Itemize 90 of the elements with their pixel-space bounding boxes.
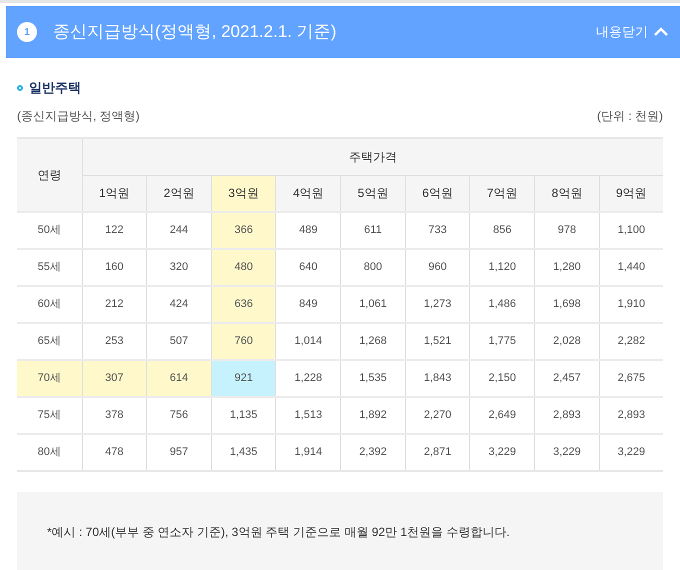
table-cell: 1,268: [340, 322, 406, 360]
table-cell: 507: [146, 322, 212, 360]
table-cell: 1,435: [211, 434, 276, 470]
table-cell: 1,910: [599, 286, 663, 322]
number-badge: 1: [17, 22, 37, 42]
table-cell: 2,649: [470, 396, 535, 434]
table-cell: 921: [211, 360, 276, 396]
table-cell: 478: [82, 434, 147, 470]
table-cell: 489: [276, 212, 341, 248]
column-header: 4억원: [276, 176, 341, 212]
bullet-icon: [17, 84, 23, 91]
table-cell: 856: [470, 212, 535, 248]
row-header: 70세: [17, 360, 82, 396]
table-cell: 1,100: [599, 212, 663, 248]
table-cell: 1,513: [276, 396, 341, 434]
table-cell: 2,457: [534, 360, 600, 396]
table-cell: 733: [405, 212, 470, 248]
table-cell: 122: [82, 212, 147, 248]
table-cell: 378: [82, 396, 147, 434]
unit-label: (단위 : 천원): [597, 108, 663, 124]
table-cell: 2,392: [340, 434, 406, 470]
table-cell: 1,014: [276, 322, 341, 360]
column-header: 6억원: [405, 176, 470, 212]
table-cell: 1,521: [405, 322, 470, 360]
column-header: 5억원: [340, 176, 406, 212]
table-cell: 1,535: [340, 360, 406, 396]
table-cell: 212: [82, 286, 147, 322]
table-cell: 614: [146, 360, 212, 396]
table-cell: 957: [146, 434, 212, 470]
header-title: 종신지급방식(정액형, 2021.2.1. 기준): [53, 21, 336, 44]
table-cell: 1,486: [470, 286, 535, 322]
table-cell: 640: [276, 248, 341, 286]
row-header: 75세: [17, 396, 82, 434]
table-cell: 2,270: [405, 396, 470, 434]
table-cell: 366: [211, 212, 276, 248]
table-cell: 424: [146, 286, 212, 322]
column-header: 연령: [17, 138, 82, 212]
table-cell: 2,893: [599, 396, 663, 434]
table-cell: 253: [82, 322, 147, 360]
table-cell: 160: [82, 248, 147, 286]
table-caption: (종신지급방식, 정액형): [17, 108, 140, 124]
row-header: 50세: [17, 212, 82, 248]
table-cell: 2,150: [470, 360, 535, 396]
table-cell: 1,280: [534, 248, 600, 286]
table-cell: 978: [534, 212, 600, 248]
table-cell: 307: [82, 360, 147, 396]
table-cell: 3,229: [470, 434, 535, 470]
row-header: 80세: [17, 434, 82, 470]
table-cell: 2,675: [599, 360, 663, 396]
table-cell: 244: [146, 212, 212, 248]
table-cell: 760: [211, 322, 276, 360]
table-cell: 1,440: [599, 248, 663, 286]
chevron-up-icon: [654, 27, 668, 37]
table-cell: 1,843: [405, 360, 470, 396]
table-cell: 1,775: [470, 322, 535, 360]
table-cell: 1,914: [276, 434, 341, 470]
table-cell: 1,228: [276, 360, 341, 396]
table-cell: 1,892: [340, 396, 406, 434]
section-title: 일반주택: [29, 79, 81, 97]
row-header: 65세: [17, 322, 82, 360]
table-cell: 2,282: [599, 322, 663, 360]
table-cell: 480: [211, 248, 276, 286]
collapse-button[interactable]: 내용닫기: [596, 22, 668, 42]
table-cell: 2,871: [405, 434, 470, 470]
column-header: 주택가격: [82, 138, 663, 176]
column-header: 8억원: [534, 176, 600, 212]
column-header: 2억원: [146, 176, 212, 212]
row-header: 60세: [17, 286, 82, 322]
column-header: 1억원: [82, 176, 147, 212]
table-cell: 1,135: [211, 396, 276, 434]
table-cell: 800: [340, 248, 406, 286]
table-cell: 849: [276, 286, 341, 322]
table-cell: 1,698: [534, 286, 600, 322]
table-cell: 960: [405, 248, 470, 286]
table-cell: 320: [146, 248, 212, 286]
table-cell: 2,028: [534, 322, 600, 360]
table-cell: 1,273: [405, 286, 470, 322]
table-cell: 636: [211, 286, 276, 322]
table-cell: 756: [146, 396, 212, 434]
table-cell: 2,893: [534, 396, 600, 434]
column-header: 3억원: [211, 176, 276, 212]
column-header: 9억원: [599, 176, 663, 212]
column-header: 7억원: [470, 176, 535, 212]
row-header: 55세: [17, 248, 82, 286]
table-cell: 3,229: [534, 434, 600, 470]
table-cell: 611: [340, 212, 406, 248]
table-cell: 1,061: [340, 286, 406, 322]
note-text: *예시 : 70세(부부 중 연소자 기준), 3억원 주택 기준으로 매월 92만 1천원을 수령합니다.: [47, 524, 510, 540]
table-cell: 1,120: [470, 248, 535, 286]
table-cell: 3,229: [599, 434, 663, 470]
